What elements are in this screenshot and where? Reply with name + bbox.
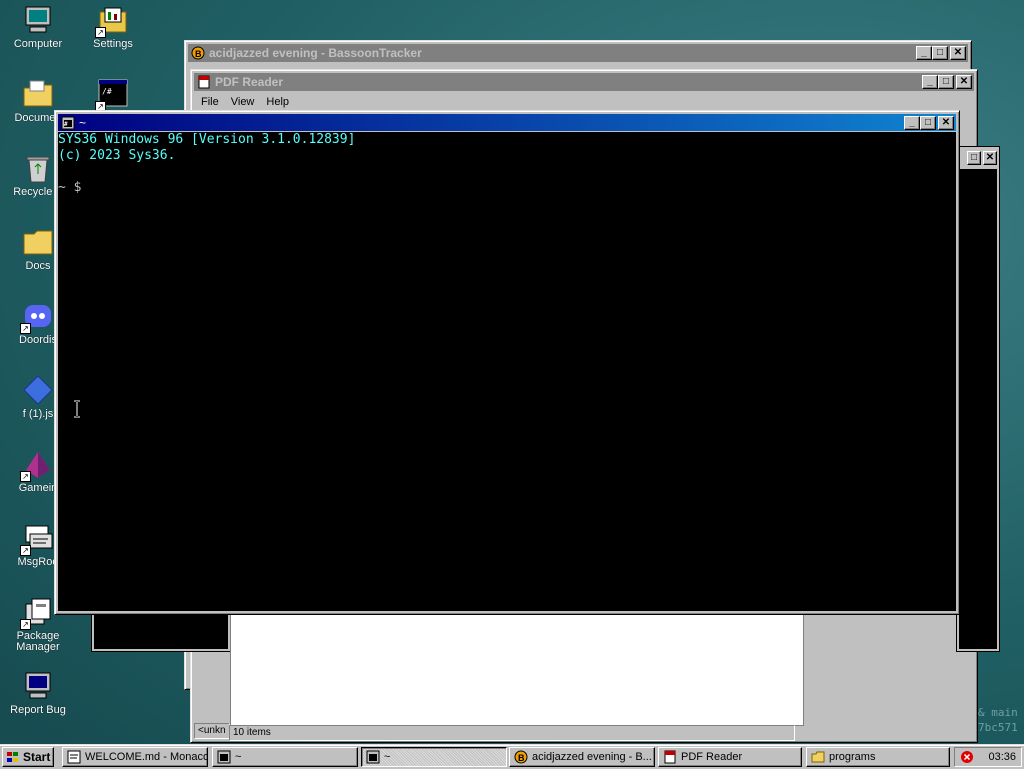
js-file-icon bbox=[22, 374, 54, 406]
minimize-button[interactable]: _ bbox=[904, 115, 920, 130]
start-button[interactable]: Start bbox=[2, 747, 54, 767]
shortcut-arrow-icon: ↗ bbox=[20, 619, 31, 630]
close-button[interactable]: ✕ bbox=[950, 46, 966, 60]
desktop-icon-label: Settings bbox=[93, 38, 133, 50]
background-window-edge: □ ✕ bbox=[956, 146, 1000, 652]
maximize-button[interactable]: □ bbox=[967, 151, 981, 165]
desktop-icon-label: Computer bbox=[13, 38, 63, 50]
pdf-menubar: File View Help bbox=[195, 94, 295, 110]
explorer-file-area[interactable] bbox=[230, 612, 804, 726]
task-terminal-1[interactable]: ~ bbox=[212, 747, 358, 767]
shortcut-arrow-icon: ↗ bbox=[95, 27, 106, 38]
window-title: acidjazzed evening - BassoonTracker bbox=[209, 46, 422, 60]
desktop-icon-settings[interactable]: ↗ Settings bbox=[75, 4, 151, 50]
task-label: PDF Reader bbox=[681, 751, 743, 763]
desktop-icon-label: Report Bug bbox=[10, 704, 66, 716]
terminal-prompt[interactable]: ~ $ bbox=[58, 180, 956, 196]
close-button[interactable]: ✕ bbox=[938, 115, 954, 130]
terminal-titlebar[interactable]: # ~ _ □ ✕ bbox=[58, 114, 956, 131]
terminal-icon bbox=[217, 750, 231, 764]
task-pdf-reader[interactable]: PDF Reader bbox=[658, 747, 802, 767]
recycle-bin-icon bbox=[22, 152, 54, 184]
task-label: acidjazzed evening - B... bbox=[532, 751, 652, 763]
folder-icon bbox=[811, 750, 825, 764]
settings-icon: ↗ bbox=[95, 4, 129, 38]
window-title: PDF Reader bbox=[215, 75, 284, 89]
task-label: programs bbox=[829, 751, 876, 763]
computer-icon bbox=[22, 4, 54, 36]
desktop-icon-computer[interactable]: Computer bbox=[0, 4, 76, 50]
menu-help[interactable]: Help bbox=[260, 94, 295, 110]
menu-file[interactable]: File bbox=[195, 94, 225, 110]
maximize-button[interactable]: □ bbox=[920, 115, 936, 130]
bassoontracker-titlebar[interactable]: B acidjazzed evening - BassoonTracker _ … bbox=[188, 44, 968, 62]
background-text: 7bc571 bbox=[978, 721, 1018, 734]
task-programs[interactable]: programs bbox=[806, 747, 950, 767]
menu-view[interactable]: View bbox=[225, 94, 261, 110]
terminal-line: SYS36 Windows 96 [Version 3.1.0.12839] bbox=[58, 132, 356, 147]
terminal-output[interactable]: SYS36 Windows 96 [Version 3.1.0.12839] (… bbox=[58, 132, 956, 611]
pdf-reader-titlebar[interactable]: PDF Reader _ □ ✕ bbox=[194, 73, 974, 91]
shortcut-arrow-icon: ↗ bbox=[20, 323, 31, 334]
start-label: Start bbox=[23, 750, 51, 764]
desktop: Computer ↗ Settings Documen /# ↗ Recycle… bbox=[0, 0, 1024, 744]
terminal-icon: /# ↗ bbox=[95, 78, 129, 112]
start-logo-icon bbox=[6, 750, 20, 764]
system-tray: 03:36 bbox=[954, 747, 1022, 767]
svg-text:/#: /# bbox=[102, 87, 112, 96]
terminal-line: (c) 2023 Sys36. bbox=[58, 148, 176, 163]
pdf-icon bbox=[663, 750, 677, 764]
game-icon: ↗ bbox=[20, 448, 54, 482]
maximize-button[interactable]: □ bbox=[932, 46, 948, 60]
task-bassoontracker[interactable]: B acidjazzed evening - B... bbox=[509, 747, 655, 767]
minimize-button[interactable]: _ bbox=[916, 46, 932, 60]
task-terminal-2[interactable]: ~ bbox=[361, 747, 507, 767]
pdf-icon bbox=[197, 75, 211, 89]
shortcut-arrow-icon: ↗ bbox=[20, 545, 31, 556]
background-window-content bbox=[959, 169, 997, 649]
bassoon-icon: B bbox=[514, 750, 528, 764]
maximize-button[interactable]: □ bbox=[938, 75, 954, 89]
status-left: <unkn bbox=[194, 723, 230, 739]
package-manager-icon: ↗ bbox=[20, 596, 54, 630]
svg-text:B: B bbox=[195, 49, 202, 59]
clock[interactable]: 03:36 bbox=[988, 751, 1016, 763]
status-item-count: 10 items bbox=[229, 725, 795, 741]
task-label: ~ bbox=[384, 751, 391, 763]
close-button[interactable]: ✕ bbox=[956, 75, 972, 89]
explorer-statusbar: 10 items bbox=[229, 725, 802, 741]
report-bug-icon bbox=[22, 670, 54, 702]
terminal-window[interactable]: # ~ _ □ ✕ SYS36 Windows 96 [Version 3.1.… bbox=[54, 110, 960, 615]
task-monaco[interactable]: WELCOME.md - Monaco bbox=[62, 747, 208, 767]
shortcut-arrow-icon: ↗ bbox=[20, 471, 31, 482]
bassoon-icon: B bbox=[191, 46, 205, 60]
discord-icon: ↗ bbox=[20, 300, 54, 334]
svg-text:B: B bbox=[518, 753, 525, 763]
text-cursor-icon bbox=[72, 400, 82, 418]
taskbar: Start WELCOME.md - Monaco ~ ~ B acidjazz… bbox=[0, 744, 1024, 769]
close-button[interactable]: ✕ bbox=[983, 151, 997, 165]
desktop-icon-terminal-shortcut[interactable]: /# ↗ bbox=[75, 78, 151, 113]
message-room-icon: ↗ bbox=[20, 522, 54, 556]
editor-icon bbox=[67, 750, 81, 764]
desktop-icon-label: Package Manager bbox=[16, 630, 60, 653]
svg-text:#: # bbox=[64, 121, 68, 128]
task-label: WELCOME.md - Monaco bbox=[85, 751, 208, 763]
terminal-icon: # bbox=[61, 116, 75, 130]
error-icon[interactable] bbox=[960, 750, 974, 764]
folder-documents-icon bbox=[22, 78, 54, 110]
folder-icon bbox=[22, 226, 54, 258]
background-terminal-content bbox=[94, 609, 228, 649]
window-title: ~ bbox=[79, 115, 87, 130]
minimize-button[interactable]: _ bbox=[922, 75, 938, 89]
background-text: & main bbox=[978, 706, 1018, 719]
task-label: ~ bbox=[235, 751, 242, 763]
desktop-icon-report-bug[interactable]: Report Bug bbox=[0, 670, 76, 716]
terminal-icon bbox=[366, 750, 380, 764]
